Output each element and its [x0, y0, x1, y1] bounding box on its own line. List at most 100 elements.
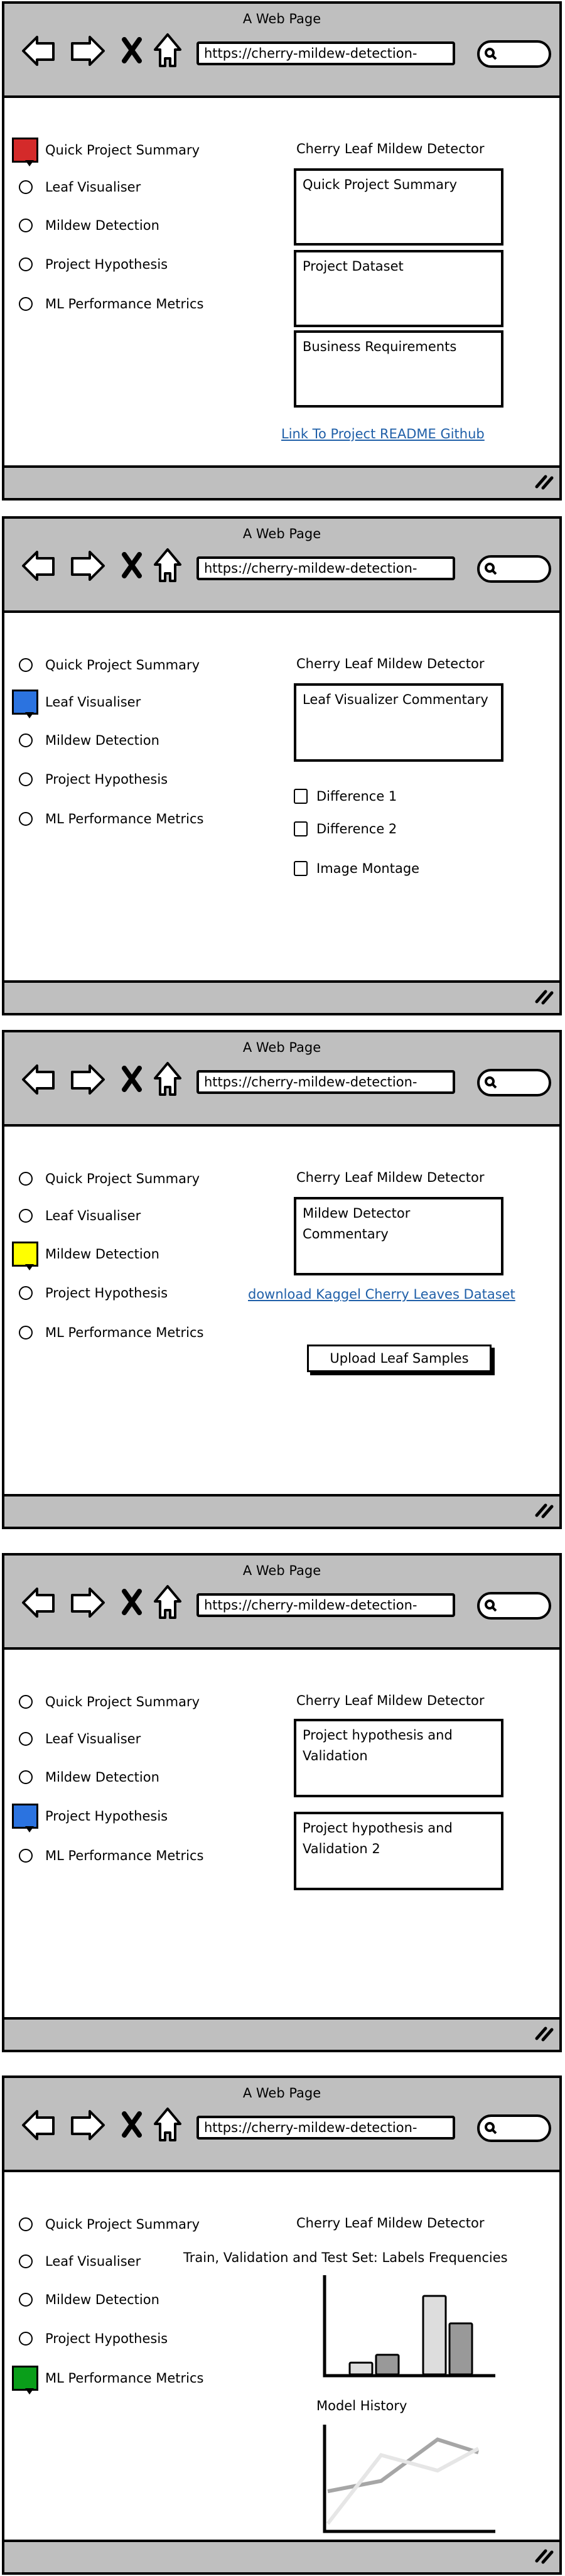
radio-button[interactable]	[19, 1209, 33, 1223]
sidebar-item-quick-project-summary[interactable]: Quick Project Summary	[4, 2212, 243, 2237]
back-arrow-icon[interactable]	[21, 32, 58, 70]
sidebar-item-leaf-visualiser[interactable]: Leaf Visualiser	[4, 175, 243, 200]
radio-button[interactable]	[19, 772, 33, 786]
sidebar-item-project-hypothesis[interactable]: Project Hypothesis	[4, 1280, 243, 1306]
radio-button[interactable]	[19, 1286, 33, 1300]
sidebar-item-quick-project-summary[interactable]: Quick Project Summary	[4, 1689, 243, 1714]
browser-window: A Web Page https://cherry-mildew-detectio…	[2, 516, 562, 1015]
radio-button[interactable]	[19, 812, 33, 826]
forward-arrow-icon[interactable]	[68, 2106, 106, 2144]
browser-toolbar: A Web Page https://cherry-mildew-detectio…	[4, 4, 559, 98]
checkbox-difference-1[interactable]: Difference 1	[294, 789, 397, 804]
sidebar-item-label: Project Hypothesis	[45, 1809, 168, 1824]
radio-button[interactable]	[19, 297, 33, 311]
search-input[interactable]	[477, 40, 551, 68]
radio-button[interactable]	[19, 257, 33, 271]
sidebar-item-project-hypothesis[interactable]: Project Hypothesis	[4, 2326, 243, 2351]
resize-handle-icon[interactable]	[534, 2025, 554, 2042]
sidebar-item-quick-project-summary[interactable]: Quick Project Summary	[4, 652, 243, 678]
radio-button[interactable]	[19, 1326, 33, 1339]
sidebar-item-mildew-detection[interactable]: Mildew Detection	[4, 1242, 243, 1270]
sidebar-item-mildew-detection[interactable]: Mildew Detection	[4, 2287, 243, 2312]
sidebar-item-ml-performance-metrics[interactable]: ML Performance Metrics	[4, 2366, 243, 2395]
home-icon[interactable]	[153, 32, 183, 70]
forward-arrow-icon[interactable]	[68, 1061, 106, 1098]
sidebar-item-quick-project-summary[interactable]: Quick Project Summary	[4, 1166, 243, 1191]
back-arrow-icon[interactable]	[21, 2106, 58, 2144]
back-arrow-icon[interactable]	[21, 547, 58, 585]
forward-arrow-icon[interactable]	[68, 32, 106, 70]
sidebar-item-ml-performance-metrics[interactable]: ML Performance Metrics	[4, 806, 243, 831]
back-arrow-icon[interactable]	[21, 1061, 58, 1098]
sidebar-item-mildew-detection[interactable]: Mildew Detection	[4, 728, 243, 753]
close-icon[interactable]	[121, 1588, 143, 1616]
radio-button[interactable]	[19, 219, 33, 232]
sidebar-item-mildew-detection[interactable]: Mildew Detection	[4, 213, 243, 238]
checkbox[interactable]	[294, 821, 308, 836]
search-input[interactable]	[477, 2114, 551, 2142]
radio-button[interactable]	[19, 1770, 33, 1784]
search-input[interactable]	[477, 555, 551, 583]
resize-handle-icon[interactable]	[534, 988, 554, 1005]
sidebar-item-leaf-visualiser[interactable]: Leaf Visualiser	[4, 1203, 243, 1228]
radio-button[interactable]	[19, 1172, 33, 1186]
sidebar-item-ml-performance-metrics[interactable]: ML Performance Metrics	[4, 1843, 243, 1868]
radio-button[interactable]	[19, 733, 33, 747]
status-bar	[4, 2017, 559, 2050]
sidebar-item-label: Quick Project Summary	[45, 143, 200, 158]
app-title: Cherry Leaf Mildew Detector	[296, 141, 485, 156]
radio-button[interactable]	[19, 2217, 33, 2231]
sidebar-item-ml-performance-metrics[interactable]: ML Performance Metrics	[4, 291, 243, 317]
upload-leaf-samples-button[interactable]: Upload Leaf Samples	[307, 1345, 492, 1372]
url-input[interactable]: https://cherry-mildew-detection-	[196, 1070, 455, 1094]
sidebar-item-mildew-detection[interactable]: Mildew Detection	[4, 1765, 243, 1790]
radio-button[interactable]	[19, 1732, 33, 1746]
search-input[interactable]	[477, 1069, 551, 1096]
radio-button[interactable]	[19, 2332, 33, 2346]
resize-handle-icon[interactable]	[534, 473, 554, 490]
sidebar-item-leaf-visualiser[interactable]: Leaf Visualiser	[4, 690, 243, 718]
forward-arrow-icon[interactable]	[68, 1584, 106, 1621]
forward-arrow-icon[interactable]	[68, 547, 106, 585]
radio-button[interactable]	[19, 1695, 33, 1709]
checkbox[interactable]	[294, 789, 308, 804]
radio-button[interactable]	[19, 2254, 33, 2268]
close-icon[interactable]	[121, 36, 143, 64]
close-icon[interactable]	[121, 2111, 143, 2138]
readme-link[interactable]: Link To Project README Github	[281, 426, 485, 441]
url-input[interactable]: https://cherry-mildew-detection-	[196, 1593, 455, 1617]
sidebar-item-project-hypothesis[interactable]: Project Hypothesis	[4, 252, 243, 277]
chart-axes	[323, 2425, 495, 2533]
sidebar-item-leaf-visualiser[interactable]: Leaf Visualiser	[4, 1726, 243, 1751]
url-input[interactable]: https://cherry-mildew-detection-	[196, 41, 455, 65]
url-input[interactable]: https://cherry-mildew-detection-	[196, 556, 455, 580]
resize-handle-icon[interactable]	[534, 2547, 554, 2565]
resize-handle-icon[interactable]	[534, 1502, 554, 1519]
home-icon[interactable]	[153, 1584, 183, 1621]
radio-button[interactable]	[19, 180, 33, 194]
content-box: Leaf Visualizer Commentary	[294, 683, 503, 762]
kaggle-dataset-link[interactable]: download Kaggel Cherry Leaves Dataset	[248, 1287, 515, 1302]
checkbox-image-montage[interactable]: Image Montage	[294, 861, 419, 876]
search-icon	[485, 1599, 497, 1612]
home-icon[interactable]	[153, 2106, 183, 2144]
sidebar-item-quick-project-summary[interactable]: Quick Project Summary	[4, 138, 243, 166]
back-arrow-icon[interactable]	[21, 1584, 58, 1621]
close-icon[interactable]	[121, 1065, 143, 1093]
checkbox[interactable]	[294, 861, 308, 876]
sidebar-item-label: Mildew Detection	[45, 733, 159, 748]
search-input[interactable]	[477, 1592, 551, 1620]
close-icon[interactable]	[121, 551, 143, 579]
sidebar-item-ml-performance-metrics[interactable]: ML Performance Metrics	[4, 1320, 243, 1345]
checkbox-difference-2[interactable]: Difference 2	[294, 821, 397, 836]
sidebar-item-project-hypothesis[interactable]: Project Hypothesis	[4, 767, 243, 792]
window-title: A Web Page	[242, 526, 321, 541]
radio-button[interactable]	[19, 2293, 33, 2307]
sidebar-item-project-hypothesis[interactable]: Project Hypothesis	[4, 1804, 243, 1832]
home-icon[interactable]	[153, 1061, 183, 1098]
radio-button[interactable]	[19, 658, 33, 672]
url-input[interactable]: https://cherry-mildew-detection-	[196, 2116, 455, 2140]
sidebar-item-label: Project Hypothesis	[45, 1285, 168, 1301]
home-icon[interactable]	[153, 547, 183, 585]
radio-button[interactable]	[19, 1849, 33, 1863]
